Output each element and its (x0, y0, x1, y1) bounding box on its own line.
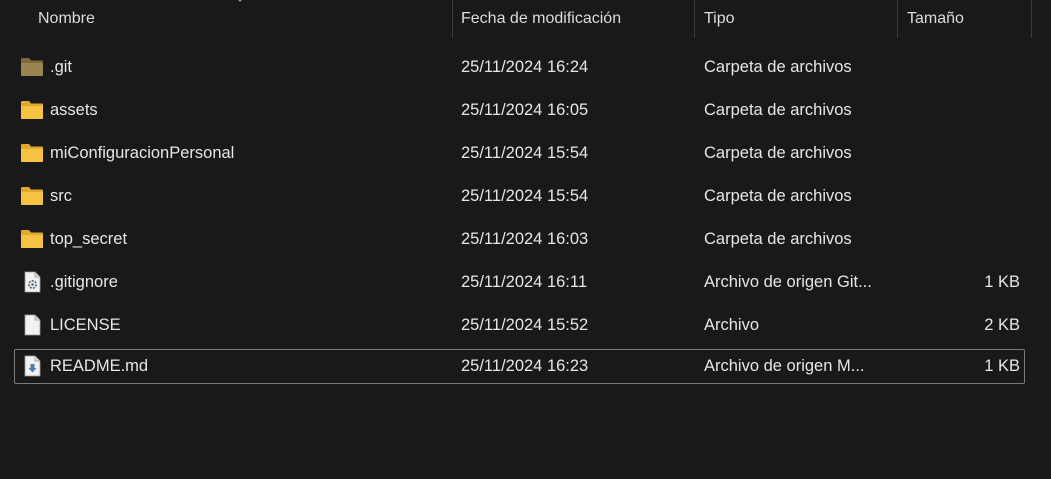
file-name: README.md (50, 357, 149, 375)
file-type: Archivo de origen Git... (704, 273, 872, 291)
file-name: assets (50, 101, 98, 119)
file-row-git[interactable]: .git 25/11/2024 16:24 Carpeta de archivo… (14, 50, 1025, 85)
file-date: 25/11/2024 16:24 (461, 58, 589, 76)
file-explorer: Nombre Fecha de modificación Tipo Tamaño… (0, 0, 1051, 479)
settings-file-icon (24, 271, 41, 293)
column-header-name[interactable]: Nombre (30, 0, 450, 38)
file-name: src (50, 187, 72, 205)
file-row-license[interactable]: LICENSE 25/11/2024 15:52 Archivo 2 KB (14, 308, 1025, 343)
file-type: Carpeta de archivos (704, 101, 852, 119)
column-header-date[interactable]: Fecha de modificación (453, 0, 693, 38)
column-divider[interactable] (694, 0, 695, 38)
file-name: .git (50, 58, 73, 76)
file-type: Archivo (704, 316, 760, 334)
folder-icon (21, 230, 43, 248)
file-type: Carpeta de archivos (704, 144, 852, 162)
column-divider[interactable] (897, 0, 898, 38)
column-header: Nombre Fecha de modificación Tipo Tamaño (0, 0, 1051, 38)
file-date: 25/11/2024 16:11 (461, 273, 588, 291)
file-row-gitignore[interactable]: .gitignore 25/11/2024 16:11 Archivo de o… (14, 265, 1025, 300)
column-header-type[interactable]: Tipo (696, 0, 896, 38)
file-type: Archivo de origen M... (704, 357, 865, 375)
file-date: 25/11/2024 15:52 (461, 316, 589, 334)
file-name: top_secret (50, 230, 128, 248)
markdown-file-icon (24, 355, 41, 377)
folder-icon (21, 144, 43, 162)
folder-icon (21, 101, 43, 119)
file-date: 25/11/2024 16:03 (461, 230, 589, 248)
file-date: 25/11/2024 15:54 (461, 144, 589, 162)
file-name: miConfiguracionPersonal (50, 144, 235, 162)
folder-dim-icon (21, 58, 43, 76)
folder-icon (21, 187, 43, 205)
file-name: LICENSE (50, 316, 121, 334)
file-row-top-secret[interactable]: top_secret 25/11/2024 16:03 Carpeta de a… (14, 222, 1025, 257)
file-type: Carpeta de archivos (704, 58, 852, 76)
file-size: 1 KB (984, 357, 1020, 375)
column-header-size[interactable]: Tamaño (899, 0, 1029, 38)
file-row-readme[interactable]: README.md 25/11/2024 16:23 Archivo de or… (14, 349, 1025, 384)
file-date: 25/11/2024 16:05 (461, 101, 589, 119)
file-row-assets[interactable]: assets 25/11/2024 16:05 Carpeta de archi… (14, 93, 1025, 128)
file-date: 25/11/2024 15:54 (461, 187, 589, 205)
file-row-miconfiguracionpersonal[interactable]: miConfiguracionPersonal 25/11/2024 15:54… (14, 136, 1025, 171)
file-icon (24, 314, 41, 336)
column-divider[interactable] (1031, 0, 1032, 38)
file-type: Carpeta de archivos (704, 187, 852, 205)
file-date: 25/11/2024 16:23 (461, 357, 589, 375)
file-row-src[interactable]: src 25/11/2024 15:54 Carpeta de archivos (14, 179, 1025, 214)
file-type: Carpeta de archivos (704, 230, 852, 248)
file-size: 2 KB (984, 316, 1020, 334)
file-name: .gitignore (50, 273, 118, 291)
file-size: 1 KB (984, 273, 1020, 291)
